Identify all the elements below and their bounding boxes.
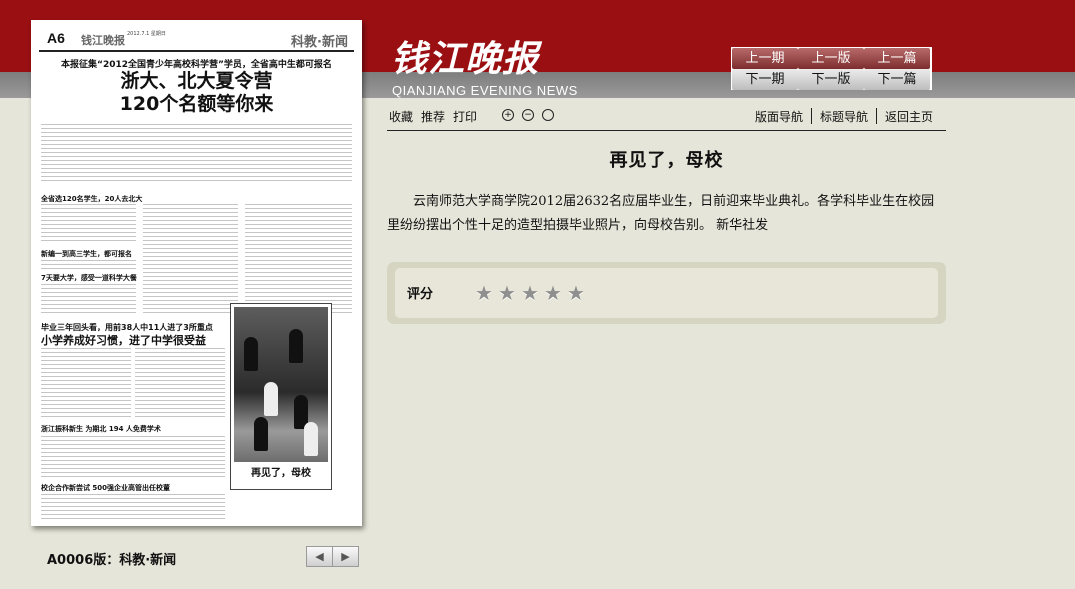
layout-nav-link[interactable]: 版面导航	[755, 108, 803, 125]
newspaper-subhead: 新编一到高三学生，都可报名	[41, 250, 132, 258]
newspaper-page-number: A6	[47, 30, 65, 46]
newspaper-page-header: A6 钱江晚报 2012.7.1 星期日 科教·新闻	[39, 28, 354, 52]
newspaper-text-block	[245, 204, 352, 316]
article-title: 再见了，母校	[609, 150, 724, 171]
newspaper-text-block	[135, 348, 225, 418]
newspaper-subhead: 7天要大学，感受一道科学大餐	[41, 274, 137, 282]
rating-label: 评分	[407, 287, 434, 302]
favorite-link[interactable]: 收藏	[389, 108, 413, 125]
toolbar-divider	[811, 108, 812, 124]
newspaper-date: 2012.7.1 星期日	[127, 31, 166, 37]
newspaper-kicker: 本报征集“2012全国青少年高校科学营”学员，全省高中生都可报名	[61, 60, 332, 70]
star-icon[interactable]: ★	[498, 281, 516, 305]
issue-navigation: 上一期 上一版 上一篇 下一期 下一版 下一篇	[731, 47, 932, 90]
newspaper-text-block	[143, 204, 238, 316]
newspaper-subhead: 校企合作新尝试 500强企业高管出任校董	[41, 484, 171, 492]
star-icon[interactable]: ★	[475, 281, 493, 305]
toolbar-divider	[876, 108, 877, 124]
rating-inner: 评分 ★ ★ ★ ★ ★	[395, 268, 938, 318]
newspaper-text-block	[41, 436, 225, 478]
next-article-button[interactable]: 下一篇	[864, 69, 930, 90]
prev-page-arrow-icon[interactable]: ◀	[306, 546, 333, 567]
prev-page-button[interactable]: 上一版	[798, 48, 864, 69]
graduate-figure	[289, 329, 303, 363]
prev-article-button[interactable]: 上一篇	[864, 48, 930, 69]
star-icon[interactable]: ★	[544, 281, 562, 305]
article-toolbar: 收藏 推荐 打印 + − 版面导航 标题导航 返回主页	[387, 104, 946, 131]
newspaper-page-image[interactable]: A6 钱江晚报 2012.7.1 星期日 科教·新闻 本报征集“2012全国青少…	[31, 20, 362, 526]
newspaper-headline-line2: 120个名额等你来	[119, 93, 274, 115]
title-nav-link[interactable]: 标题导航	[820, 108, 868, 125]
rating-panel: 评分 ★ ★ ★ ★ ★	[387, 262, 946, 324]
next-page-arrow-icon[interactable]: ▶	[332, 546, 359, 567]
newspaper-photo-caption: 再见了，母校	[251, 468, 311, 479]
newspaper-text-block	[41, 494, 225, 520]
article-body: 云南师范大学商学院2012届2632名应届毕业生，日前迎来毕业典礼。各学科毕业生…	[387, 194, 935, 233]
site-logo-title[interactable]: 钱江晚报	[391, 30, 539, 82]
graduate-figure	[264, 382, 278, 416]
newspaper-masthead-small: 钱江晚报	[81, 34, 125, 47]
zoom-out-icon[interactable]: −	[522, 109, 534, 121]
newspaper-text-block	[41, 284, 136, 316]
newspaper-headline-line1: 浙大、北大夏令营	[120, 70, 273, 92]
reset-size-icon[interactable]	[542, 109, 554, 121]
newspaper-subhead: 浙江振科新生 为期北 194 人免费学术	[41, 425, 161, 433]
newspaper-text-block	[41, 124, 352, 184]
prev-issue-button[interactable]: 上一期	[732, 48, 798, 69]
current-page-label: A0006版：科教·新闻	[47, 553, 177, 568]
star-icon[interactable]: ★	[567, 281, 585, 305]
newspaper-text-block	[41, 348, 131, 418]
newspaper-story2-headline: 小学养成好习惯，进了中学很受益	[41, 334, 206, 347]
graduate-figure	[254, 417, 268, 451]
recommend-link[interactable]: 推荐	[421, 108, 445, 125]
newspaper-photo[interactable]: 再见了，母校	[230, 303, 332, 490]
newspaper-text-block	[41, 260, 136, 270]
home-link[interactable]: 返回主页	[885, 108, 933, 125]
graduate-figure	[304, 422, 318, 456]
zoom-in-icon[interactable]: +	[502, 109, 514, 121]
print-link[interactable]: 打印	[453, 108, 477, 125]
site-logo-subtitle: QIANJIANG EVENING NEWS	[392, 83, 578, 98]
graduates-photo	[234, 307, 328, 462]
next-issue-button[interactable]: 下一期	[732, 69, 798, 90]
newspaper-subhead: 全省选120名学生，20人去北大	[41, 195, 143, 203]
next-page-button[interactable]: 下一版	[798, 69, 864, 90]
newspaper-text-block	[41, 204, 136, 244]
graduate-figure	[244, 337, 258, 371]
newspaper-section: 科教·新闻	[291, 35, 348, 50]
star-icon[interactable]: ★	[521, 281, 539, 305]
newspaper-headline: 浙大、北大夏令营 120个名额等你来	[41, 70, 352, 116]
